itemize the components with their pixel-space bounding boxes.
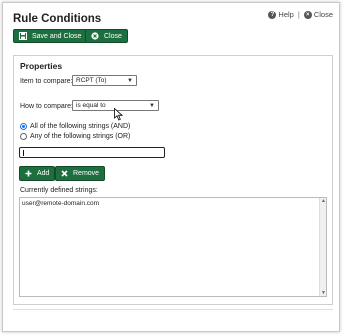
- item-to-compare-select[interactable]: RCPT (To) ▼: [72, 75, 137, 86]
- link-separator: |: [297, 10, 300, 19]
- close-button[interactable]: Close: [85, 29, 128, 43]
- string-input[interactable]: [19, 147, 165, 158]
- properties-title: Properties: [20, 61, 63, 71]
- how-to-compare-label: How to compare:: [20, 103, 73, 110]
- save-icon: [19, 32, 27, 40]
- list-item[interactable]: user@remote-domain.com: [22, 200, 99, 207]
- radio-all-button[interactable]: [20, 123, 27, 130]
- dialog-title: Rule Conditions: [13, 13, 102, 25]
- add-button-label: Add: [37, 170, 50, 177]
- remove-button-label: Remove: [73, 170, 100, 177]
- help-link-label: Help: [278, 10, 294, 19]
- properties-panel: Properties Item to compare: RCPT (To) ▼ …: [13, 55, 333, 305]
- item-to-compare-value: RCPT (To): [76, 77, 107, 84]
- save-and-close-button[interactable]: Save and Close: [13, 29, 88, 43]
- list-scrollbar[interactable]: ▲ ▼: [319, 198, 326, 296]
- radio-any-button[interactable]: [20, 133, 27, 140]
- chevron-down-icon: ▼: [127, 78, 133, 84]
- close-button-label: Close: [104, 32, 122, 40]
- rule-conditions-dialog: Rule Conditions ? Help | × Close Save an…: [2, 2, 340, 332]
- how-to-compare-value: is equal to: [76, 102, 106, 109]
- save-and-close-label: Save and Close: [32, 32, 82, 40]
- chevron-down-icon: ▼: [149, 103, 155, 109]
- radio-any-label: Any of the following strings (OR): [30, 133, 131, 140]
- close-link-label: Close: [313, 10, 333, 19]
- text-caret: [23, 150, 24, 156]
- remove-button[interactable]: Remove: [55, 166, 106, 181]
- defined-strings-label: Currently defined strings:: [20, 187, 98, 194]
- mouse-pointer-icon: [114, 108, 123, 121]
- item-to-compare-label: Item to compare:: [20, 78, 73, 85]
- close-circle-icon: [91, 32, 99, 40]
- help-icon: ?: [268, 10, 277, 19]
- dialog-footer: [13, 309, 333, 328]
- radio-any-strings[interactable]: Any of the following strings (OR): [20, 133, 130, 140]
- close-circle-icon: ×: [303, 10, 312, 19]
- add-button[interactable]: Add: [19, 166, 56, 181]
- plus-icon: [25, 170, 32, 177]
- scroll-down-icon[interactable]: ▼: [321, 290, 326, 296]
- scroll-up-icon[interactable]: ▲: [321, 198, 326, 204]
- help-link[interactable]: ? Help: [268, 10, 294, 19]
- top-links: ? Help | × Close: [268, 10, 333, 19]
- radio-all-label: All of the following strings (AND): [30, 123, 131, 130]
- x-icon: [61, 170, 68, 177]
- defined-strings-list[interactable]: user@remote-domain.com ▲ ▼: [19, 197, 327, 297]
- radio-all-strings[interactable]: All of the following strings (AND): [20, 123, 130, 130]
- close-link[interactable]: × Close: [303, 10, 333, 19]
